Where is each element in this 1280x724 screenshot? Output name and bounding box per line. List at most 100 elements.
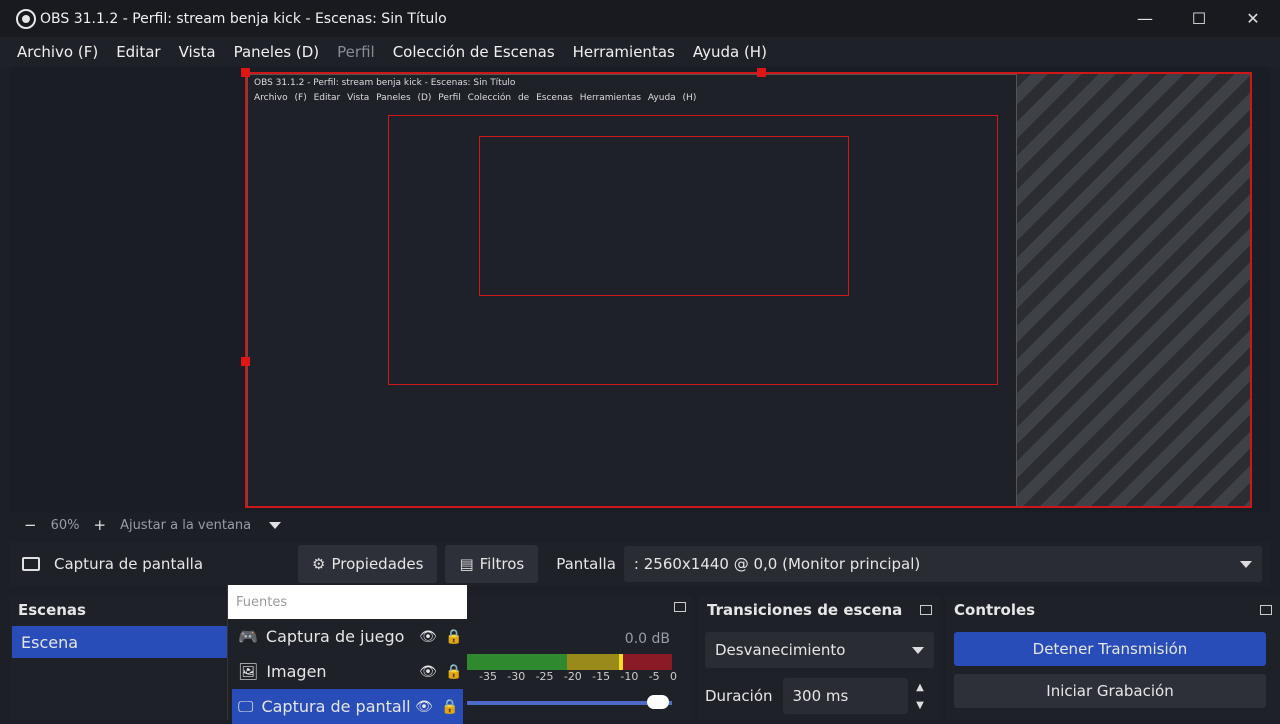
duration-label: Duración	[705, 687, 773, 705]
audio-mixer-dock: 0.0 dB -35 -30 -25 -20 -15 -10 -5 0	[467, 596, 692, 720]
volume-slider-handle[interactable]	[647, 695, 669, 709]
menu-bar: Archivo (F) Editar Vista Paneles (D) Per…	[0, 37, 1280, 67]
maximize-button[interactable]: ☐	[1172, 0, 1226, 37]
scale-tick: -30	[507, 670, 526, 683]
controls-title-label: Controles	[954, 601, 1036, 619]
stop-streaming-button[interactable]: Detener Transmisión	[954, 632, 1266, 666]
close-button[interactable]: ✕	[1226, 0, 1280, 37]
scale-tick: -20	[563, 670, 582, 683]
selected-source-name: Captura de pantalla	[54, 555, 204, 573]
volume-slider[interactable]	[467, 701, 672, 705]
canvas-empty-region	[1014, 74, 1250, 506]
filter-icon: ▤	[459, 555, 474, 573]
eye-icon[interactable]: 👁	[415, 629, 441, 645]
properties-button[interactable]: ⚙ Propiedades	[298, 545, 438, 583]
source-name: Captura de pantall	[261, 697, 411, 716]
properties-label: Propiedades	[331, 555, 424, 573]
zoom-in-button[interactable]: +	[93, 516, 106, 534]
eye-icon[interactable]: 👁	[415, 664, 441, 680]
source-toolbar: Captura de pantalla ⚙ Propiedades ▤ Filt…	[10, 542, 1270, 586]
minimize-button[interactable]: —	[1118, 0, 1172, 37]
preview-area[interactable]: OBS 31.1.2 - Perfil: stream benja kick -…	[10, 67, 1270, 513]
recursive-capture-nested-2	[479, 136, 849, 296]
float-dock-icon[interactable]	[1260, 605, 1272, 615]
monitor-icon	[22, 557, 40, 571]
display-label: Pantalla	[556, 555, 616, 573]
scale-tick: -15	[592, 670, 611, 683]
menu-vista[interactable]: Vista	[170, 43, 225, 61]
float-dock-icon[interactable]	[674, 602, 686, 612]
sources-filter-input[interactable]: Fuentes	[228, 585, 467, 619]
menu-editar[interactable]: Editar	[107, 43, 169, 61]
inner-window-title: OBS 31.1.2 - Perfil: stream benja kick -…	[254, 78, 516, 88]
recursive-capture: OBS 31.1.2 - Perfil: stream benja kick -…	[247, 74, 1017, 506]
zoom-level: 60%	[50, 517, 80, 533]
resize-handle[interactable]	[757, 68, 766, 77]
volume-meter	[467, 661, 672, 670]
scenes-title-label: Escenas	[18, 601, 86, 619]
resize-handle[interactable]	[241, 357, 250, 366]
scenes-title: Escenas	[10, 596, 230, 624]
menu-paneles[interactable]: Paneles (D)	[225, 43, 329, 61]
source-item-captura-pantalla[interactable]: 🖵 Captura de pantall 👁 🔒	[232, 689, 463, 724]
chevron-down-icon[interactable]: ▼	[916, 700, 924, 711]
meter-scale: -35 -30 -25 -20 -15 -10 -5 0	[467, 670, 677, 683]
display-value: : 2560x1440 @ 0,0 (Monitor principal)	[633, 555, 921, 573]
scenes-dock: Escenas Escena	[10, 596, 230, 720]
lock-icon[interactable]: 🔒	[441, 629, 467, 645]
menu-archivo[interactable]: Archivo (F)	[8, 43, 107, 61]
transitions-dock: Transiciones de escena Desvanecimiento D…	[699, 596, 940, 720]
window-controls: — ☐ ✕	[1118, 0, 1280, 37]
duration-stepper[interactable]: ▲ ▼	[908, 678, 933, 714]
duration-input[interactable]: 300 ms	[782, 678, 908, 714]
display-select[interactable]: : 2560x1440 @ 0,0 (Monitor principal)	[623, 546, 1262, 582]
lock-icon[interactable]: 🔒	[441, 664, 467, 680]
lock-icon[interactable]: 🔒	[437, 699, 463, 715]
transition-value: Desvanecimiento	[715, 641, 846, 659]
source-name: Imagen	[266, 662, 327, 681]
recursive-capture-nested	[388, 115, 998, 385]
scene-item[interactable]: Escena	[12, 626, 228, 658]
obs-logo-icon	[16, 8, 36, 29]
source-name: Captura de juego	[265, 627, 405, 646]
scale-tick: -25	[535, 670, 554, 683]
scale-tick: -5	[648, 670, 660, 683]
start-recording-button[interactable]: Iniciar Grabación	[954, 674, 1266, 708]
controls-dock: Controles Detener Transmisión Iniciar Gr…	[946, 596, 1280, 720]
preview-canvas[interactable]: OBS 31.1.2 - Perfil: stream benja kick -…	[245, 72, 1252, 508]
zoom-bar: − 60% + Ajustar a la ventana	[10, 513, 1270, 537]
source-item-captura-juego[interactable]: 🎮 Captura de juego 👁 🔒	[228, 619, 467, 654]
zoom-out-button[interactable]: −	[24, 516, 37, 534]
source-item-imagen[interactable]: 🖼 Imagen 👁 🔒	[228, 654, 467, 689]
title-bar: OBS 31.1.2 - Perfil: stream benja kick -…	[0, 0, 1280, 37]
filters-button[interactable]: ▤ Filtros	[445, 545, 539, 583]
menu-ayuda[interactable]: Ayuda (H)	[684, 43, 776, 61]
menu-coleccion-escenas[interactable]: Colección de Escenas	[384, 43, 564, 61]
float-dock-icon[interactable]	[920, 605, 932, 615]
filters-label: Filtros	[479, 555, 525, 573]
scale-tick: 0	[669, 670, 677, 683]
zoom-dropdown-icon[interactable]	[269, 521, 282, 529]
transition-select[interactable]: Desvanecimiento	[705, 632, 934, 668]
chevron-down-icon	[1240, 560, 1252, 568]
eye-icon[interactable]: 👁	[411, 699, 437, 715]
volume-db: 0.0 dB	[624, 631, 670, 647]
gear-icon: ⚙	[312, 555, 326, 573]
resize-handle[interactable]	[241, 68, 250, 77]
gamepad-icon: 🎮	[238, 627, 258, 646]
sources-dock: Fuentes 🎮 Captura de juego 👁 🔒 🖼 Imagen …	[227, 585, 467, 724]
image-icon: 🖼	[238, 662, 259, 681]
scale-tick: -10	[620, 670, 639, 683]
scale-tick: -35	[479, 670, 497, 683]
menu-herramientas[interactable]: Herramientas	[564, 43, 684, 61]
window-title: OBS 31.1.2 - Perfil: stream benja kick -…	[40, 10, 447, 27]
zoom-fit-button[interactable]: Ajustar a la ventana	[120, 518, 251, 533]
inner-menu: Archivo (F) Editar Vista Paneles (D) Per…	[254, 93, 697, 103]
chevron-down-icon	[912, 646, 924, 654]
transitions-title: Transiciones de escena	[699, 596, 940, 624]
menu-perfil[interactable]: Perfil	[328, 43, 384, 61]
chevron-up-icon[interactable]: ▲	[916, 682, 924, 693]
controls-title: Controles	[946, 596, 1280, 624]
duration-row: Duración 300 ms ▲ ▼	[705, 678, 933, 714]
duration-value: 300 ms	[792, 687, 849, 705]
